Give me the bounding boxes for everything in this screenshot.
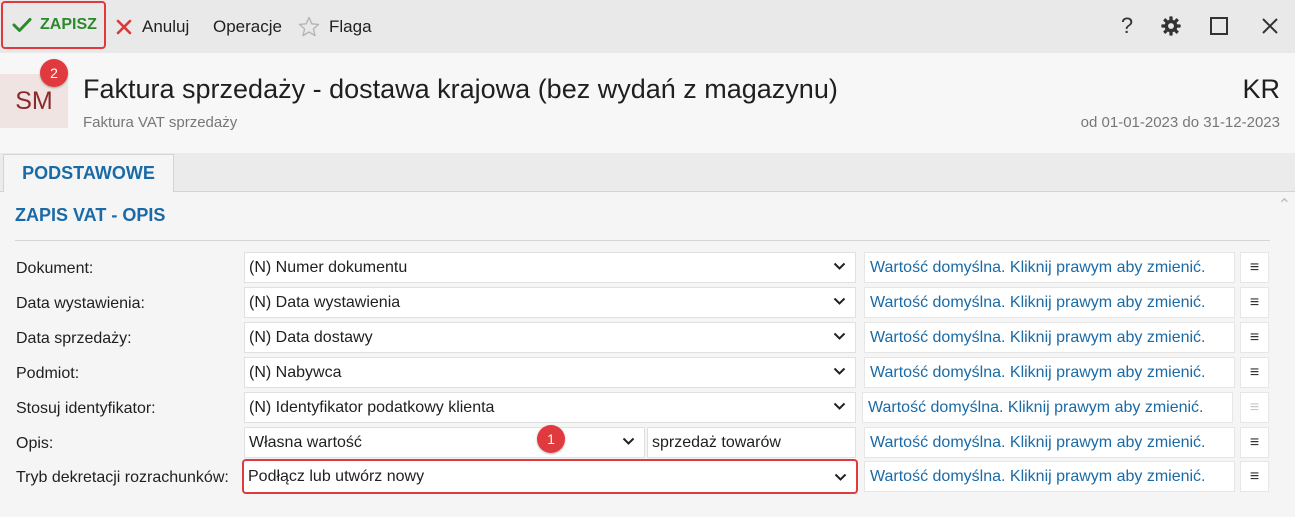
- select-value: (N) Identyfikator podatkowy klienta: [249, 398, 495, 416]
- menu-icon[interactable]: ≡: [1240, 357, 1269, 388]
- default-value-hint[interactable]: Wartość domyślna. Kliknij prawym aby zmi…: [864, 461, 1235, 492]
- default-value-hint[interactable]: Wartość domyślna. Kliknij prawym aby zmi…: [864, 287, 1235, 318]
- callout-1-label: 1: [547, 431, 555, 447]
- document-period: od 01-01-2023 do 31-12-2023: [1080, 114, 1280, 131]
- chevron-down-icon: [833, 332, 846, 340]
- close-window-icon[interactable]: [1257, 13, 1283, 39]
- select-value: Podłącz lub utwórz nowy: [248, 467, 425, 485]
- chevron-down-icon: [834, 473, 847, 481]
- maximize-icon[interactable]: [1206, 13, 1232, 39]
- dokument-select[interactable]: (N) Numer dokumentu: [244, 252, 856, 283]
- section-title: ZAPIS VAT - OPIS: [15, 205, 166, 225]
- form-row-data-sprzedazy: Data sprzedaży: (N) Data dostawy Wartość…: [0, 322, 1295, 355]
- menu-icon[interactable]: ≡: [1240, 392, 1269, 423]
- menu-icon[interactable]: ≡: [1240, 287, 1269, 318]
- default-value-hint[interactable]: Wartość domyślna. Kliknij prawym aby zmi…: [864, 322, 1235, 353]
- menu-icon[interactable]: ≡: [1240, 252, 1269, 283]
- field-label: Data sprzedaży:: [16, 330, 132, 347]
- tab-bar: PODSTAWOWE: [0, 153, 1295, 192]
- select-value: (N) Nabywca: [249, 363, 342, 381]
- select-value: (N) Data wystawienia: [249, 293, 401, 311]
- default-value-hint[interactable]: Wartość domyślna. Kliknij prawym aby zmi…: [862, 392, 1233, 423]
- menu-icon[interactable]: ≡: [1240, 427, 1269, 458]
- avatar-text: SM: [15, 86, 53, 115]
- data-wystawienia-select[interactable]: (N) Data wystawienia: [244, 287, 856, 318]
- data-sprzedazy-select[interactable]: (N) Data dostawy: [244, 322, 856, 353]
- select-value: (N) Numer dokumentu: [249, 258, 408, 276]
- form-row-stosuj-identyfikator: Stosuj identyfikator: (N) Identyfikator …: [0, 392, 1295, 425]
- select-value: Własna wartość: [249, 433, 362, 451]
- field-label: Dokument:: [16, 260, 94, 277]
- field-label: Stosuj identyfikator:: [16, 400, 156, 417]
- field-label: Tryb dekretacji rozrachunków:: [16, 469, 229, 486]
- default-value-hint[interactable]: Wartość domyślna. Kliknij prawym aby zmi…: [864, 252, 1235, 283]
- field-label: Data wystawienia:: [16, 295, 145, 312]
- select-value: (N) Data dostawy: [249, 328, 373, 346]
- scroll-up-icon[interactable]: ⌃: [1278, 195, 1291, 215]
- field-label: Opis:: [16, 435, 54, 452]
- stosuj-identyfikator-select[interactable]: (N) Identyfikator podatkowy klienta: [244, 392, 856, 423]
- cancel-button[interactable]: Anuluj: [116, 0, 189, 53]
- form-row-podmiot: Podmiot: (N) Nabywca Wartość domyślna. K…: [0, 357, 1295, 390]
- chevron-down-icon: [833, 297, 846, 305]
- save-button[interactable]: ZAPISZ: [1, 1, 106, 49]
- callout-2-label: 2: [50, 65, 58, 81]
- default-value-hint[interactable]: Wartość domyślna. Kliknij prawym aby zmi…: [864, 357, 1235, 388]
- toolbar: ZAPISZ Anuluj Operacje Flaga ?: [0, 0, 1295, 53]
- operations-button[interactable]: Operacje: [213, 0, 282, 53]
- form-row-opis: Opis: Własna wartość 1 sprzedaż towarów …: [0, 425, 1295, 460]
- document-code: KR: [1242, 74, 1280, 104]
- callout-badge-2: 2: [40, 59, 68, 87]
- chevron-down-icon: [622, 437, 635, 445]
- help-icon[interactable]: ?: [1114, 13, 1140, 39]
- chevron-down-icon: [833, 262, 846, 270]
- field-label: Podmiot:: [16, 365, 80, 382]
- default-value-hint[interactable]: Wartość domyślna. Kliknij prawym aby zmi…: [864, 427, 1235, 458]
- gear-icon[interactable]: [1158, 13, 1184, 39]
- menu-icon[interactable]: ≡: [1240, 322, 1269, 353]
- form-row-tryb-dekretacji: Tryb dekretacji rozrachunków: Podłącz lu…: [0, 459, 1295, 494]
- tab-label: PODSTAWOWE: [22, 163, 155, 183]
- flag-button[interactable]: Flaga: [297, 0, 372, 53]
- tab-podstawowe[interactable]: PODSTAWOWE: [3, 154, 174, 192]
- opis-text-input[interactable]: sprzedaż towarów: [647, 427, 856, 458]
- chevron-down-icon: [833, 402, 846, 410]
- form-row-dokument: Dokument: (N) Numer dokumentu Wartość do…: [0, 252, 1295, 285]
- star-icon: [298, 16, 320, 36]
- operations-label: Operacje: [213, 16, 282, 36]
- menu-icon[interactable]: ≡: [1240, 461, 1269, 492]
- opis-select[interactable]: Własna wartość: [244, 427, 645, 458]
- podmiot-select[interactable]: (N) Nabywca: [244, 357, 856, 388]
- close-x-icon: [116, 19, 132, 34]
- tryb-dekretacji-select[interactable]: Podłącz lub utwórz nowy: [242, 459, 858, 494]
- document-header: SM 2 Faktura sprzedaży - dostawa krajowa…: [0, 53, 1295, 153]
- checkmark-icon: [12, 18, 32, 32]
- help-label: ?: [1120, 13, 1134, 38]
- chevron-down-icon: [833, 367, 846, 375]
- section-divider: [15, 240, 1270, 241]
- page-title: Faktura sprzedaży - dostawa krajowa (bez…: [83, 74, 838, 104]
- save-label: ZAPISZ: [40, 16, 97, 33]
- callout-badge-1: 1: [537, 425, 565, 453]
- flag-label: Flaga: [329, 16, 372, 36]
- form-row-data-wystawienia: Data wystawienia: (N) Data wystawienia W…: [0, 287, 1295, 320]
- cancel-label: Anuluj: [142, 16, 190, 36]
- opis-text-value: sprzedaż towarów: [652, 433, 781, 451]
- page-subtitle: Faktura VAT sprzedaży: [83, 114, 238, 131]
